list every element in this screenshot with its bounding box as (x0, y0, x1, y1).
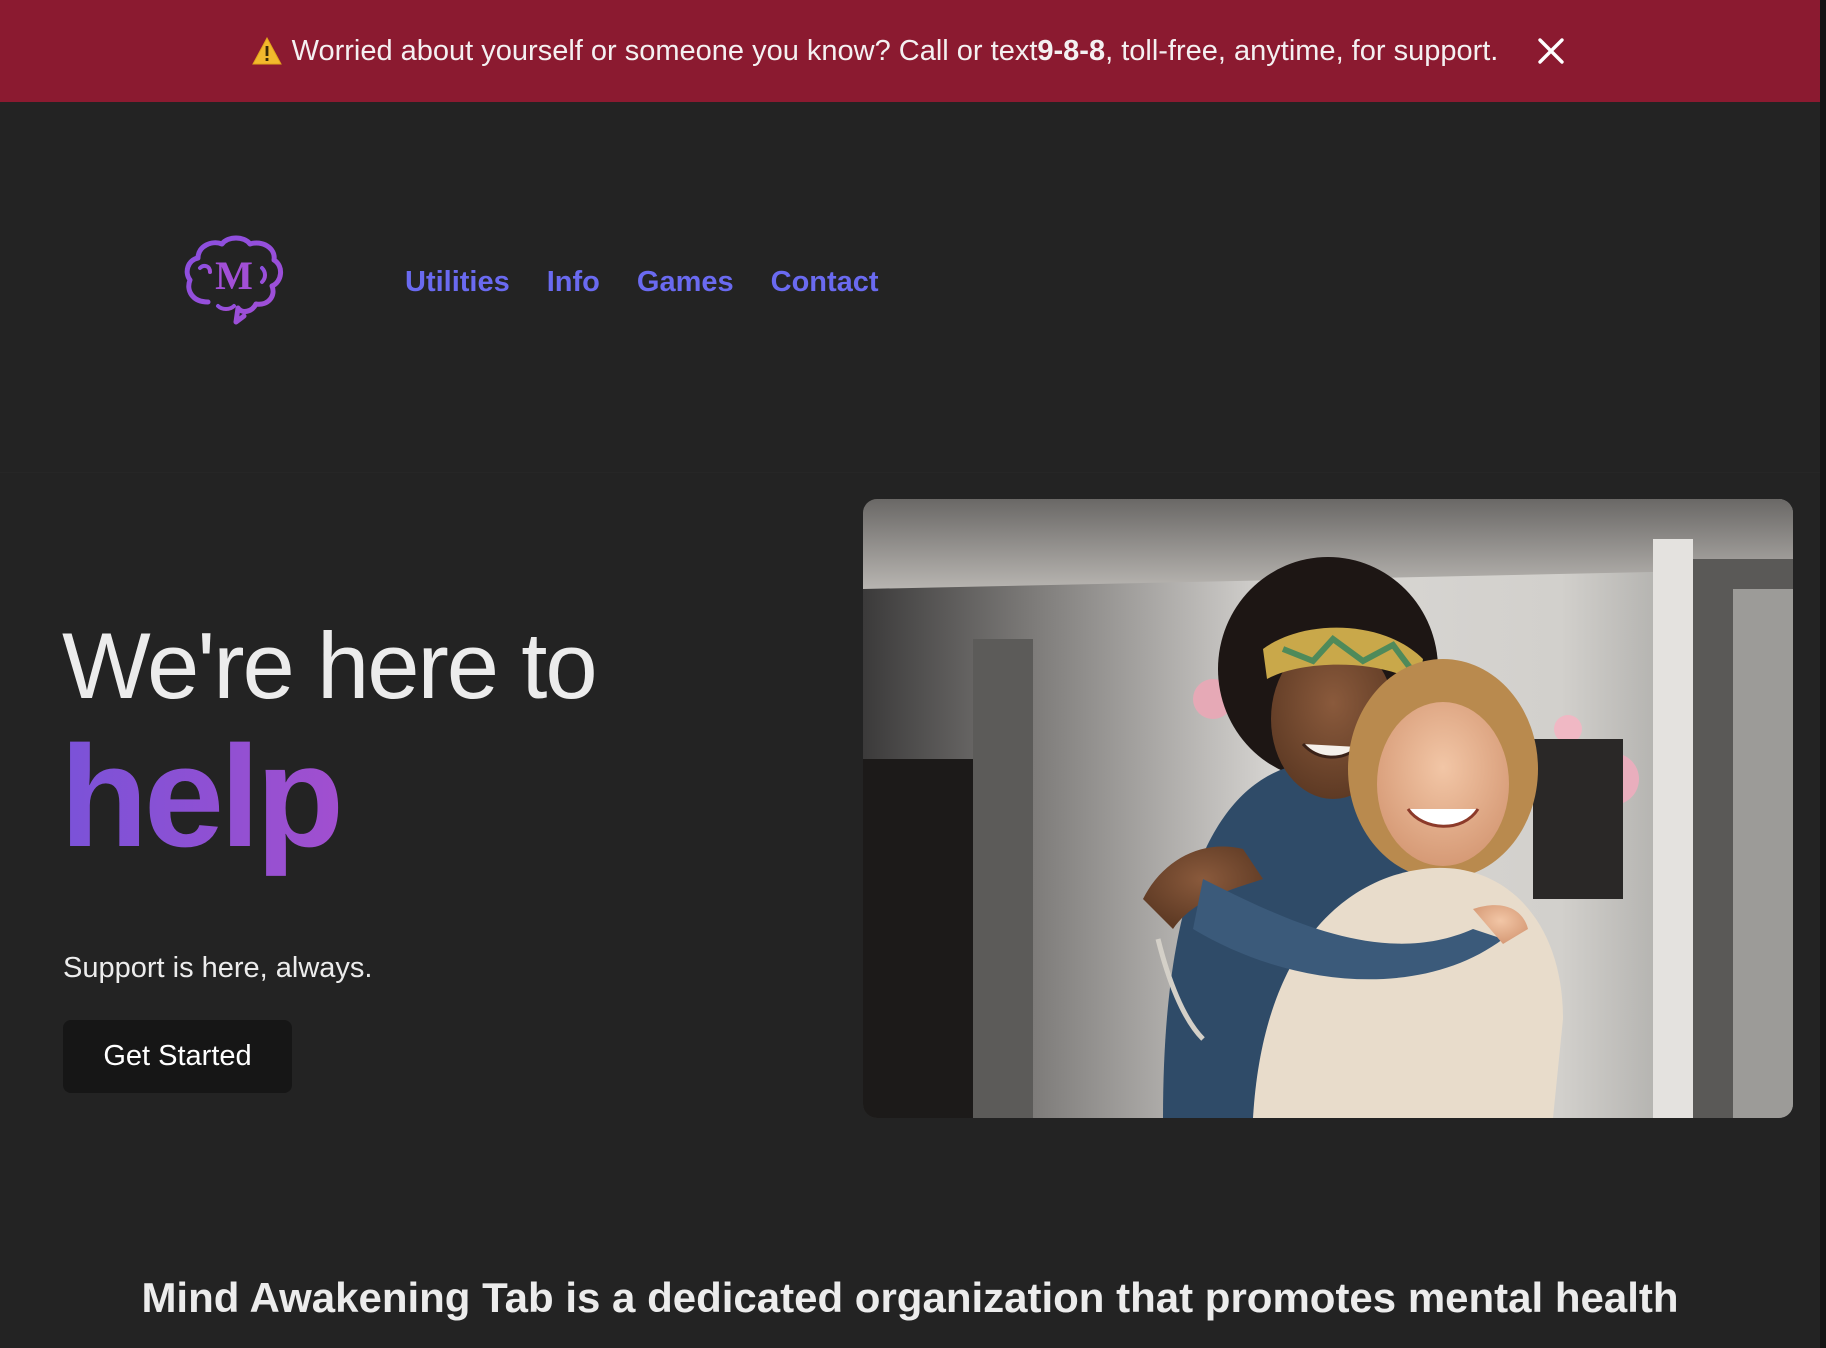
hero-photo (863, 499, 1793, 1118)
window-edge (1820, 0, 1826, 1348)
main-nav: Utilities Info Games Contact (405, 266, 879, 299)
hero-subtitle: Support is here, always. (63, 952, 373, 984)
close-icon[interactable] (1534, 34, 1568, 68)
logo-letter: M (215, 253, 253, 298)
nav-link-games[interactable]: Games (637, 266, 734, 299)
crisis-alert-banner: Worried about yourself or someone you kn… (0, 0, 1820, 102)
warning-icon (251, 37, 282, 65)
alert-text-after: , toll-free, anytime, for support. (1105, 34, 1499, 67)
hero-heading-line1: We're here to (62, 613, 598, 718)
mission-statement: Mind Awakening Tab is a dedicated organi… (141, 1274, 1679, 1321)
nav-link-utilities[interactable]: Utilities (405, 266, 510, 299)
brain-logo-icon[interactable]: M (182, 234, 286, 328)
get-started-button[interactable]: Get Started (63, 1020, 292, 1093)
alert-phone-number: 9-8-8 (1037, 34, 1106, 67)
nav-link-info[interactable]: Info (547, 266, 600, 299)
alert-message: Worried about yourself or someone you kn… (251, 34, 1569, 68)
site-header: M Utilities Info Games Contact (0, 102, 1820, 473)
alert-text-before: Worried about yourself or someone you kn… (291, 34, 1038, 67)
nav-link-contact[interactable]: Contact (771, 266, 879, 299)
hero-heading-accent: help (60, 716, 344, 877)
